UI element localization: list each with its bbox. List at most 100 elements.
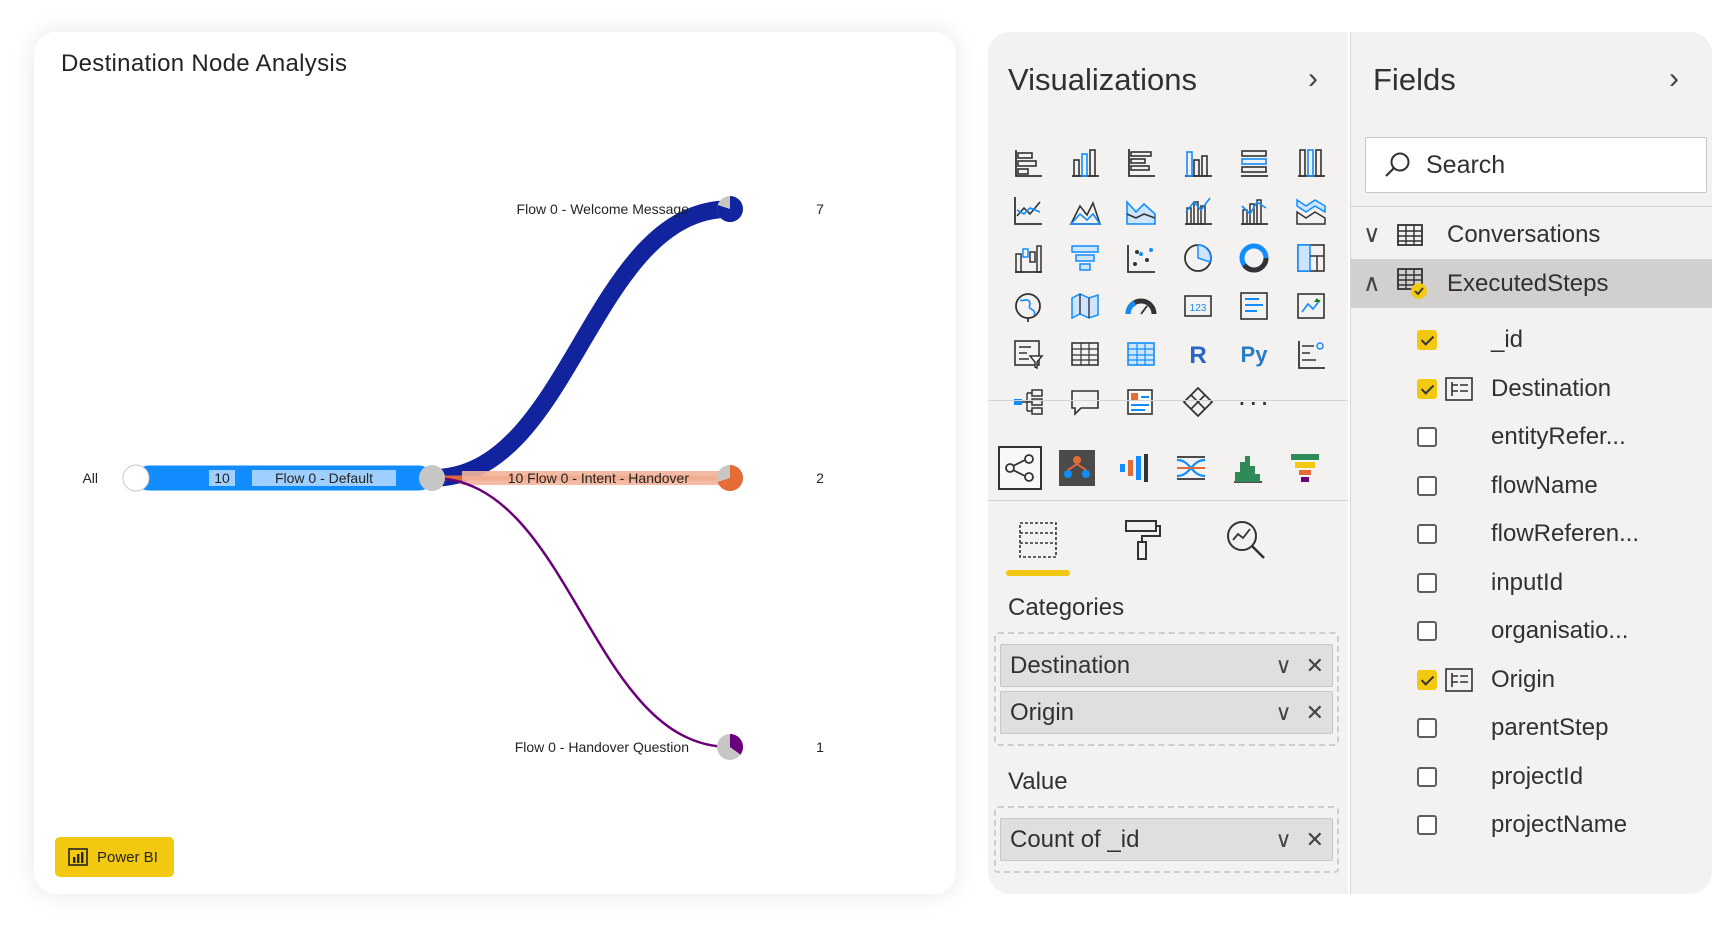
pie-chart-icon[interactable] <box>1170 234 1227 282</box>
remove-icon[interactable]: ✕ <box>1306 827 1324 853</box>
card-icon[interactable]: 123 <box>1170 282 1227 330</box>
field-checkbox[interactable] <box>1417 766 1437 787</box>
field-checkbox[interactable] <box>1417 378 1437 399</box>
hierarchy-icon <box>1445 376 1473 401</box>
field-pill-origin[interactable]: Origin ∨ ✕ <box>1000 691 1333 734</box>
funnel-custom-visual-icon[interactable] <box>1283 446 1327 490</box>
table-checked-icon <box>1397 267 1427 299</box>
field-checkbox[interactable] <box>1417 572 1437 593</box>
map-icon[interactable] <box>1000 282 1057 330</box>
line-chart-icon[interactable] <box>1000 186 1057 234</box>
field-checkbox[interactable] <box>1417 330 1437 351</box>
matrix-icon[interactable] <box>1113 330 1170 378</box>
histogram-custom-visual-icon[interactable] <box>1226 446 1270 490</box>
more-visuals-icon[interactable]: ··· <box>1226 378 1283 426</box>
table-conversations[interactable]: ∨ Conversations <box>1351 210 1712 259</box>
chevron-up-icon[interactable]: ∧ <box>1363 269 1381 298</box>
kpi-icon[interactable] <box>1283 282 1340 330</box>
field-entityrefer[interactable]: entityRefer... <box>1351 413 1712 462</box>
table-executedsteps[interactable]: ∧ ExecutedSteps <box>1351 259 1712 308</box>
clustered-bar-chart-icon[interactable] <box>1113 138 1170 186</box>
field-id[interactable]: _id <box>1351 316 1712 365</box>
visual-type-gallery: 123 R Py ··· <box>1000 138 1339 426</box>
visualization-tabs <box>1006 514 1276 576</box>
multi-row-card-icon[interactable] <box>1226 282 1283 330</box>
chevron-down-icon[interactable]: ∨ <box>1275 700 1291 726</box>
stacked-area-chart-icon[interactable] <box>1113 186 1170 234</box>
clustered-column-chart-icon[interactable] <box>1170 138 1227 186</box>
stacked-column-chart-icon[interactable] <box>1057 138 1114 186</box>
funnel-icon[interactable] <box>1057 234 1114 282</box>
field-organisatio[interactable]: organisatio... <box>1351 607 1712 656</box>
r-script-visual-icon[interactable]: R <box>1170 330 1227 378</box>
tab-analytics[interactable] <box>1216 514 1276 566</box>
field-inputid[interactable]: inputId <box>1351 559 1712 608</box>
smart-narrative-icon[interactable] <box>1113 378 1170 426</box>
org-chart-custom-visual-icon[interactable] <box>1055 446 1099 490</box>
field-pill-destination[interactable]: Destination ∨ ✕ <box>1000 644 1333 687</box>
field-pill-count-of-id[interactable]: Count of _id ∨ ✕ <box>1000 818 1333 861</box>
root-node <box>122 464 150 492</box>
search-input[interactable]: Search <box>1426 151 1505 180</box>
field-flowreferen[interactable]: flowReferen... <box>1351 510 1712 559</box>
field-projectname[interactable]: projectName <box>1351 801 1712 850</box>
qna-icon[interactable] <box>1057 378 1114 426</box>
slicer-icon[interactable] <box>1000 330 1057 378</box>
field-destination[interactable]: Destination <box>1351 365 1712 414</box>
source-node <box>419 465 445 491</box>
field-parentstep[interactable]: parentStep <box>1351 704 1712 753</box>
area-chart-icon[interactable] <box>1057 186 1114 234</box>
field-checkbox[interactable] <box>1417 524 1437 545</box>
waterfall-chart-icon[interactable] <box>1000 234 1057 282</box>
decomposition-tree-icon[interactable] <box>1000 378 1057 426</box>
field-origin[interactable]: Origin <box>1351 656 1712 705</box>
treemap-icon[interactable] <box>1283 234 1340 282</box>
field-checkbox[interactable] <box>1417 427 1437 448</box>
line-and-stacked-column-icon[interactable] <box>1170 186 1227 234</box>
stacked-bar-chart-icon[interactable] <box>1000 138 1057 186</box>
key-influencers-icon[interactable] <box>1283 330 1340 378</box>
gauge-icon[interactable] <box>1113 282 1170 330</box>
tab-build-visual[interactable] <box>1006 514 1070 576</box>
target-node-value: 1 <box>816 739 824 755</box>
target-node-label: Flow 0 - Welcome Message <box>517 201 690 217</box>
field-projectid[interactable]: projectId <box>1351 753 1712 802</box>
power-bi-badge[interactable]: Power BI <box>55 837 174 877</box>
field-checkbox[interactable] <box>1417 621 1437 642</box>
field-checkbox[interactable] <box>1417 475 1437 496</box>
categories-well[interactable]: Destination ∨ ✕ Origin ∨ ✕ <box>994 632 1339 746</box>
remove-icon[interactable]: ✕ <box>1306 653 1324 679</box>
fields-search-box[interactable]: Search <box>1365 137 1707 193</box>
parallel-sets-custom-visual-icon[interactable] <box>1169 446 1213 490</box>
power-apps-icon[interactable] <box>1170 378 1227 426</box>
target-node-label: 10 Flow 0 - Intent - Handover <box>508 470 690 486</box>
sankey-chart[interactable]: All 10 Flow 0 - Default Flow 0 - Welcome Me… <box>34 32 956 894</box>
svg-text:123: 123 <box>1189 303 1206 314</box>
value-label: Value <box>1008 768 1068 795</box>
field-checkbox[interactable] <box>1417 718 1437 739</box>
100-stacked-bar-chart-icon[interactable] <box>1226 138 1283 186</box>
chord-custom-visual-icon[interactable] <box>1112 446 1156 490</box>
line-and-clustered-column-icon[interactable] <box>1226 186 1283 234</box>
donut-chart-icon[interactable] <box>1226 234 1283 282</box>
filled-map-icon[interactable] <box>1057 282 1114 330</box>
remove-icon[interactable]: ✕ <box>1306 700 1324 726</box>
value-well[interactable]: Count of _id ∨ ✕ <box>994 806 1339 873</box>
100-stacked-column-chart-icon[interactable] <box>1283 138 1340 186</box>
tab-format-visual[interactable] <box>1112 514 1172 566</box>
table-icon[interactable] <box>1057 330 1114 378</box>
scatter-chart-icon[interactable] <box>1113 234 1170 282</box>
field-flowname[interactable]: flowName <box>1351 462 1712 511</box>
field-checkbox[interactable] <box>1417 669 1437 690</box>
field-checkbox[interactable] <box>1417 815 1437 836</box>
ribbon-chart-icon[interactable] <box>1283 186 1340 234</box>
chevron-down-icon[interactable]: ∨ <box>1275 653 1291 679</box>
chevron-down-icon[interactable]: ∨ <box>1363 220 1381 249</box>
sankey-custom-visual-icon[interactable] <box>998 446 1042 490</box>
chevron-down-icon[interactable]: ∨ <box>1275 827 1291 853</box>
sankey-visual-card[interactable]: Destination Node Analysis All 10 Flow 0 - … <box>34 32 956 894</box>
chevron-right-icon[interactable]: › <box>1669 62 1679 96</box>
target-node-value: 7 <box>816 201 824 217</box>
python-visual-icon[interactable]: Py <box>1226 330 1283 378</box>
chevron-right-icon[interactable]: › <box>1308 62 1318 96</box>
